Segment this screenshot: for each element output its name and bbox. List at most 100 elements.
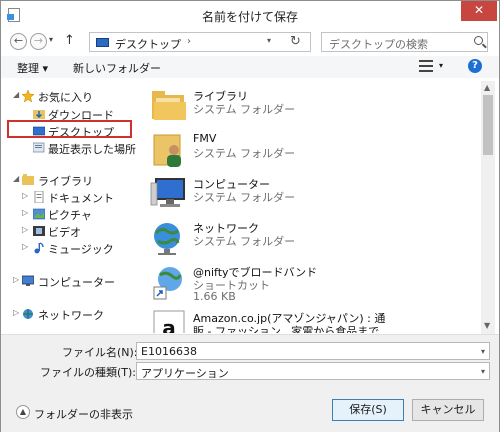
filetype-value: アプリケーション	[141, 367, 229, 380]
chevron-up-icon[interactable]: ▲	[16, 405, 30, 419]
sidebar-item-label: ネットワーク	[38, 309, 104, 322]
expand-arrow-icon[interactable]: ▷	[13, 308, 19, 317]
close-button[interactable]: ✕	[461, 1, 497, 21]
address-location[interactable]: デスクトップ	[115, 36, 181, 52]
list-item[interactable]: ネットワーク システム フォルダー	[146, 217, 478, 261]
sidebar-item-label: ピクチャ	[48, 209, 92, 222]
library-folder-icon	[152, 91, 186, 120]
sidebar-item-favorites[interactable]: ◢ お気に入り	[1, 87, 141, 105]
save-button[interactable]: 保存(S)	[332, 399, 404, 421]
list-item[interactable]: @niftyでブロードバンド ショートカット 1.66 KB	[146, 261, 478, 305]
sidebar-item-computer[interactable]: ▷ コンピューター	[1, 272, 141, 290]
expand-arrow-icon[interactable]: ▷	[22, 208, 28, 217]
expand-arrow-icon[interactable]: ▷	[13, 275, 19, 284]
network-icon	[154, 223, 180, 255]
sidebar-item-documents[interactable]: ▷ ドキュメント	[1, 188, 141, 206]
computer-icon	[150, 178, 185, 207]
filetype-select[interactable]: アプリケーション ▾	[136, 362, 490, 380]
expand-arrow-icon[interactable]: ▷	[22, 225, 28, 234]
window-title: 名前を付けて保存	[201, 10, 298, 24]
up-button[interactable]: ↑	[64, 33, 75, 48]
desktop-highlight-frame	[7, 120, 132, 138]
navigation-pane: ◢ お気に入り ダウンロード デスクトップ 最近表示した場所 ◢ ライブラリ ▷…	[1, 81, 141, 333]
expand-arrow-icon[interactable]: ▷	[22, 191, 28, 200]
vertical-scrollbar[interactable]: ▲ ▼	[481, 81, 495, 334]
filename-value: E1016638	[141, 345, 197, 358]
new-folder-button[interactable]: 新しいフォルダー	[73, 60, 161, 76]
file-name-line2: 販 - ファッション、家電から食品まで	[193, 325, 380, 333]
sidebar-item-label: ライブラリ	[38, 175, 93, 188]
sidebar-item-libraries[interactable]: ◢ ライブラリ	[1, 171, 141, 189]
filename-input[interactable]: E1016638 ▾	[136, 342, 490, 360]
file-list: ライブラリ システム フォルダー FMV システム フォルダー コンピューター …	[146, 81, 478, 333]
network-icon	[23, 309, 33, 319]
sidebar-item-music[interactable]: ▷ ミュージック	[1, 239, 141, 257]
file-size: 1.66 KB	[193, 290, 236, 303]
file-type: システム フォルダー	[193, 103, 296, 116]
help-icon[interactable]: ?	[468, 59, 482, 73]
expand-arrow-icon[interactable]: ◢	[13, 174, 19, 183]
star-icon	[22, 90, 34, 102]
videos-icon	[33, 226, 45, 236]
navigation-bar: ← → ▾ ↑ デスクトップ › ▾ ↻ デスクトップの検索	[1, 31, 499, 53]
file-type: システム フォルダー	[193, 191, 296, 204]
hide-folders-label: フォルダーの非表示	[34, 408, 133, 421]
globe-shortcut-icon	[153, 267, 182, 300]
downloads-folder-icon	[33, 110, 45, 119]
list-item[interactable]: a Amazon.co.jp(アマゾンジャパン) : 通 販 - ファッション、…	[146, 307, 478, 333]
desktop-icon	[96, 38, 109, 47]
amazon-icon: a	[153, 310, 185, 333]
sidebar-item-label: ドキュメント	[48, 192, 114, 205]
sidebar-item-label: ビデオ	[48, 226, 81, 239]
file-type: システム フォルダー	[193, 147, 296, 160]
chevron-right-icon[interactable]: ›	[187, 36, 191, 47]
sidebar-item-videos[interactable]: ▷ ビデオ	[1, 222, 141, 240]
refresh-icon[interactable]: ↻	[290, 34, 301, 49]
search-icon[interactable]	[474, 36, 483, 45]
save-as-dialog: 名前を付けて保存 ✕ ← → ▾ ↑ デスクトップ › ▾ ↻ デスクトップの検…	[0, 0, 500, 432]
sidebar-item-pictures[interactable]: ▷ ピクチャ	[1, 205, 141, 223]
scroll-up-icon[interactable]: ▲	[484, 83, 490, 92]
svg-text:a: a	[162, 316, 176, 333]
expand-arrow-icon[interactable]: ◢	[13, 90, 19, 99]
user-folder-icon	[153, 134, 181, 167]
list-item[interactable]: ライブラリ システム フォルダー	[146, 85, 478, 129]
filename-label: ファイル名(N):	[62, 346, 138, 359]
cancel-button[interactable]: キャンセル	[412, 399, 484, 421]
list-item[interactable]: コンピューター システム フォルダー	[146, 173, 478, 217]
library-icon	[22, 174, 34, 185]
list-item[interactable]: FMV システム フォルダー	[146, 129, 478, 173]
file-type: システム フォルダー	[193, 235, 296, 248]
chevron-down-icon[interactable]: ▾	[481, 367, 485, 376]
forward-button[interactable]: →	[30, 33, 47, 50]
expand-arrow-icon[interactable]: ▷	[22, 242, 28, 251]
organize-button[interactable]: 整理 ▾	[17, 60, 48, 76]
command-bar: 整理 ▾ 新しいフォルダー ▾ ?	[1, 56, 499, 78]
filetype-label: ファイルの種類(T):	[40, 366, 137, 379]
chevron-down-icon[interactable]: ▾	[481, 347, 485, 356]
sidebar-item-recent-places[interactable]: 最近表示した場所	[1, 139, 141, 157]
view-options-icon[interactable]	[419, 60, 433, 72]
recent-places-icon	[33, 142, 45, 153]
save-options-panel: ファイル名(N): E1016638 ▾ ファイルの種類(T): アプリケーショ…	[1, 334, 499, 432]
search-placeholder: デスクトップの検索	[329, 38, 428, 51]
documents-icon	[34, 191, 44, 203]
search-input[interactable]: デスクトップの検索	[321, 32, 488, 52]
computer-icon	[22, 275, 34, 286]
scroll-down-icon[interactable]: ▼	[484, 321, 490, 330]
file-name: FMV	[193, 132, 217, 145]
pictures-icon	[33, 208, 45, 220]
sidebar-item-label: ミュージック	[48, 243, 114, 256]
recent-locations-dropdown-icon[interactable]: ▾	[49, 35, 53, 44]
back-button[interactable]: ←	[10, 33, 27, 50]
sidebar-item-network[interactable]: ▷ ネットワーク	[1, 305, 141, 323]
address-bar[interactable]: デスクトップ › ▾ ↻	[89, 32, 311, 52]
scroll-thumb[interactable]	[483, 95, 493, 155]
sidebar-item-label: 最近表示した場所	[48, 143, 136, 156]
address-dropdown-icon[interactable]: ▾	[267, 36, 271, 45]
sidebar-item-label: コンピューター	[38, 276, 115, 289]
music-icon	[34, 242, 44, 254]
view-dropdown-icon[interactable]: ▾	[439, 61, 443, 70]
title-bar: 名前を付けて保存 ✕	[1, 1, 499, 31]
sidebar-item-label: お気に入り	[38, 91, 93, 104]
